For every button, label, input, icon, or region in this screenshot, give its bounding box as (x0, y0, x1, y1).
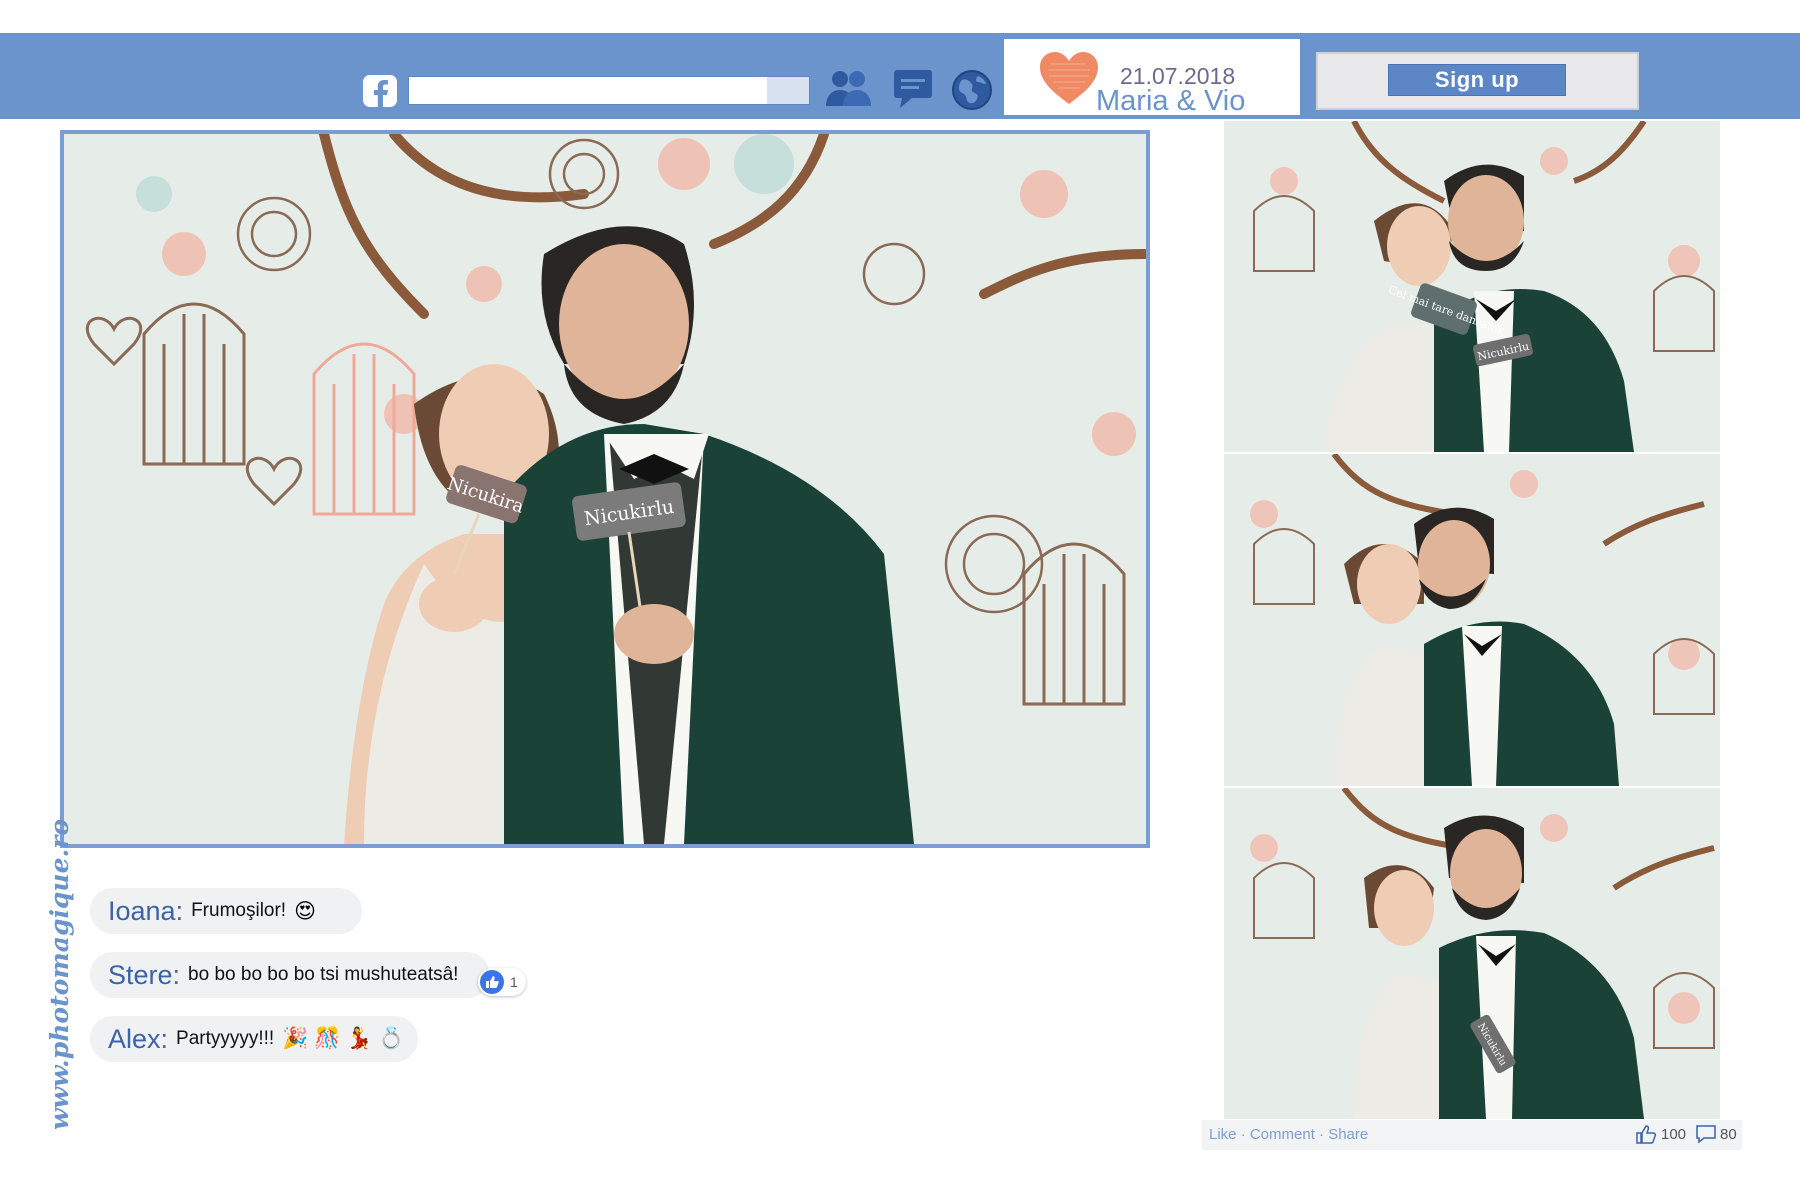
like-icon (480, 970, 504, 994)
strip-photo-3[interactable]: Nicukirlu (1224, 788, 1720, 1119)
signup-button[interactable]: Sign up (1388, 64, 1566, 96)
comment-author[interactable]: Ioana: (108, 896, 183, 927)
comment-emoji: 🎉 🎊 💃 💍 (282, 1027, 405, 1050)
reaction-badge[interactable]: 1 (478, 968, 526, 996)
search-button[interactable] (767, 77, 809, 104)
watermark-text: www.photomagique.ro (45, 818, 74, 1130)
friends-icon[interactable] (825, 68, 873, 108)
comment-emoji: 😍 (294, 899, 316, 923)
heart-icon (1040, 52, 1098, 104)
comment-bubble: Ioana: Frumoşilor! 😍 (90, 888, 362, 934)
photo-scene (1224, 454, 1720, 786)
comment-text: Frumoşilor! (191, 900, 287, 921)
comment-author[interactable]: Stere: (108, 960, 180, 991)
facebook-icon[interactable] (363, 75, 397, 107)
post-counts: 100 80 (1636, 1124, 1737, 1144)
likes-count: 100 (1661, 1125, 1687, 1143)
event-names: Maria & Vio (1096, 85, 1246, 117)
main-photo[interactable]: Nicukira Nicukirlu (60, 130, 1150, 848)
photo-scene: Nicukirlu (1224, 788, 1720, 1119)
strip-photo-2[interactable] (1224, 454, 1720, 786)
comment-author[interactable]: Alex: (108, 1024, 168, 1055)
comment-text: Partyyyyy!!! (176, 1028, 275, 1049)
comment-text: bo bo bo bo bo tsi mushuteatsâ! (188, 964, 459, 985)
messages-icon[interactable] (892, 68, 934, 110)
globe-icon[interactable] (950, 68, 994, 112)
comments-count: 80 (1720, 1125, 1737, 1143)
post-actions[interactable]: Like · Comment · Share (1209, 1126, 1368, 1143)
comment-bubble: Stere: bo bo bo bo bo tsi mushuteatsâ! (90, 952, 490, 998)
reaction-count: 1 (510, 974, 518, 990)
thumbs-up-icon[interactable] (1636, 1124, 1658, 1144)
comment-bubble: Alex: Partyyyyy!!! 🎉 🎊 💃 💍 (90, 1016, 418, 1062)
photo-scene: Cel mai tare dansator Nicukirlu (1224, 121, 1720, 452)
photo-scene: Nicukira Nicukirlu (64, 134, 1146, 844)
strip-photo-1[interactable]: Cel mai tare dansator Nicukirlu (1224, 121, 1720, 452)
comment-icon[interactable] (1695, 1124, 1717, 1144)
search-input[interactable] (408, 76, 810, 105)
